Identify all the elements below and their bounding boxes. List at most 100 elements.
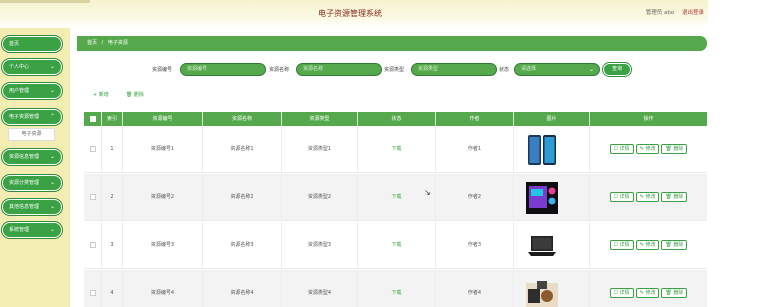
view-button[interactable]: ☐ 详情 <box>609 144 634 154</box>
sidebar-item-other-info[interactable]: 其他信息管理 ⌄ <box>2 199 62 215</box>
search-status-select[interactable]: 请选择 ⌄ <box>514 63 600 76</box>
user-info: 管理员 abo 退出登录 <box>640 8 704 16</box>
sidebar-item-label: 资源分类管理 <box>9 180 40 186</box>
edit-button[interactable]: ✎ 修改 <box>635 144 660 154</box>
row-status[interactable]: 下载 <box>358 126 436 173</box>
sidebar-subitem-eresources[interactable]: 电子资源 <box>8 128 55 141</box>
delete-button[interactable]: 🗑 删除 <box>661 288 688 298</box>
row-name: 资源名称1 <box>203 126 282 173</box>
search-status-value: 请选择 <box>521 66 537 72</box>
delete-button[interactable]: 🗑 删除 <box>661 144 688 154</box>
sidebar-item-label: 其他信息管理 <box>9 204 40 210</box>
row-checkbox[interactable] <box>89 145 96 152</box>
view-button-label: 详情 <box>619 194 630 200</box>
search-type-placeholder: 资源类型 <box>418 66 439 72</box>
table-row: 2 资源编号2 资源名称2 资源类型2 下载 作者2 ☐ 详情 ✎ 修改 🗑 删除 <box>84 174 707 221</box>
header-author: 作者 <box>436 112 514 126</box>
breadcrumb-separator: / <box>101 40 104 46</box>
chevron-down-icon: ⌄ <box>588 66 594 73</box>
row-type: 资源类型2 <box>282 174 358 221</box>
row-index: 1 <box>102 126 123 173</box>
top-bar: 电子资源管理系统 管理员 abo 退出登录 <box>0 0 708 28</box>
search-name-input[interactable]: 资源名称 <box>296 63 382 76</box>
delete-button-label: 删除 <box>673 290 684 296</box>
breadcrumb-home[interactable]: 首页 <box>87 40 97 46</box>
view-button-label: 详情 <box>619 146 630 152</box>
row-checkbox[interactable] <box>89 193 96 200</box>
sidebar-item-system[interactable]: 系统管理 ⌄ <box>2 222 62 238</box>
chevron-down-icon: ⌄ <box>49 226 55 233</box>
edit-button[interactable]: ✎ 修改 <box>635 192 660 202</box>
chevron-down-icon: ⌄ <box>49 87 55 94</box>
sidebar-item-home[interactable]: 首页 <box>2 36 62 52</box>
resource-thumbnail[interactable] <box>525 133 559 167</box>
row-select-cell[interactable] <box>84 270 102 307</box>
search-code-input[interactable]: 资源编号 <box>180 63 266 76</box>
row-author: 作者4 <box>436 270 514 307</box>
table-row: 3 资源编号3 资源名称3 资源类型3 下载 作者3 ☐ 详情 ✎ 修改 🗑 删除 <box>84 222 707 269</box>
row-index: 4 <box>102 270 123 307</box>
sidebar-item-eresources[interactable]: 电子资源管理 ⌃ <box>2 109 62 125</box>
sidebar: 首页 个人中心 ⌄ 用户管理 ⌄ 电子资源管理 ⌃ 电子资源 资源信息管理 ⌄ … <box>0 28 70 307</box>
logout-link[interactable]: 退出登录 <box>682 10 704 16</box>
row-index: 3 <box>102 222 123 269</box>
breadcrumb-current: 电子资源 <box>107 40 128 46</box>
search-button[interactable]: 查询 <box>603 63 631 76</box>
row-select-cell[interactable] <box>84 222 102 269</box>
row-image-cell <box>514 270 590 307</box>
app-title: 电子资源管理系统 <box>318 9 382 18</box>
edit-button[interactable]: ✎ 修改 <box>635 288 660 298</box>
row-select-cell[interactable] <box>84 126 102 173</box>
row-code: 资源编号2 <box>123 174 203 221</box>
view-button[interactable]: ☐ 详情 <box>609 240 634 250</box>
chevron-down-icon: ⌄ <box>49 203 55 210</box>
sidebar-item-resource-info[interactable]: 资源信息管理 ⌄ <box>2 149 62 165</box>
add-button[interactable]: + 新增 <box>93 91 109 98</box>
resource-thumbnail[interactable] <box>525 229 559 263</box>
corner-decoration <box>0 0 90 3</box>
row-status[interactable]: 下载 <box>358 222 436 269</box>
header-actions: 操作 <box>643 116 654 122</box>
view-button-label: 详情 <box>619 242 630 248</box>
row-actions: ☐ 详情 ✎ 修改 🗑 删除 <box>590 288 707 298</box>
row-checkbox[interactable] <box>89 241 96 248</box>
row-actions-cell: ☐ 详情 ✎ 修改 🗑 删除 <box>590 270 707 307</box>
chevron-down-icon: ⌄ <box>49 179 55 186</box>
row-name: 资源名称4 <box>203 270 282 307</box>
row-checkbox[interactable] <box>89 289 96 296</box>
sidebar-item-label: 个人中心 <box>9 64 30 70</box>
user-label: 管理员 abo <box>645 10 675 16</box>
header-index: 索引 <box>102 112 123 126</box>
row-select-cell[interactable] <box>84 174 102 221</box>
search-code-placeholder: 资源编号 <box>187 66 208 72</box>
row-status[interactable]: 下载 <box>358 270 436 307</box>
row-type: 资源类型1 <box>282 126 358 173</box>
row-name: 资源名称2 <box>203 174 282 221</box>
header-select-all[interactable] <box>84 112 102 126</box>
edit-button-label: 修改 <box>645 242 656 248</box>
sidebar-item-label: 首页 <box>9 41 20 47</box>
edit-button[interactable]: ✎ 修改 <box>635 240 660 250</box>
header-type: 资源类型 <box>282 112 358 126</box>
sidebar-item-users[interactable]: 用户管理 ⌄ <box>2 83 62 99</box>
sidebar-item-profile[interactable]: 个人中心 ⌄ <box>2 59 62 75</box>
view-button[interactable]: ☐ 详情 <box>609 288 634 298</box>
delete-button[interactable]: 🗑 删除 <box>661 192 688 202</box>
resource-thumbnail[interactable] <box>525 181 559 215</box>
row-status[interactable]: 下载 <box>358 174 436 221</box>
row-author: 作者3 <box>436 222 514 269</box>
view-button-label: 详情 <box>619 290 630 296</box>
resource-thumbnail[interactable] <box>525 277 559 307</box>
row-type: 资源类型3 <box>282 222 358 269</box>
sidebar-item-resource-category[interactable]: 资源分类管理 ⌄ <box>2 175 62 191</box>
search-type-input[interactable]: 资源类型 <box>411 63 497 76</box>
view-button[interactable]: ☐ 详情 <box>609 192 634 202</box>
delete-button-label: 删除 <box>673 242 684 248</box>
delete-button[interactable]: 🗑 删除 <box>661 240 688 250</box>
sidebar-item-label: 用户管理 <box>9 88 30 94</box>
row-image-cell <box>514 222 590 269</box>
delete-selected-button[interactable]: 🗑 删除 <box>126 91 144 98</box>
search-type-label: 资源类型 <box>384 67 405 73</box>
select-all-checkbox[interactable] <box>89 115 96 122</box>
row-actions: ☐ 详情 ✎ 修改 🗑 删除 <box>590 240 707 250</box>
